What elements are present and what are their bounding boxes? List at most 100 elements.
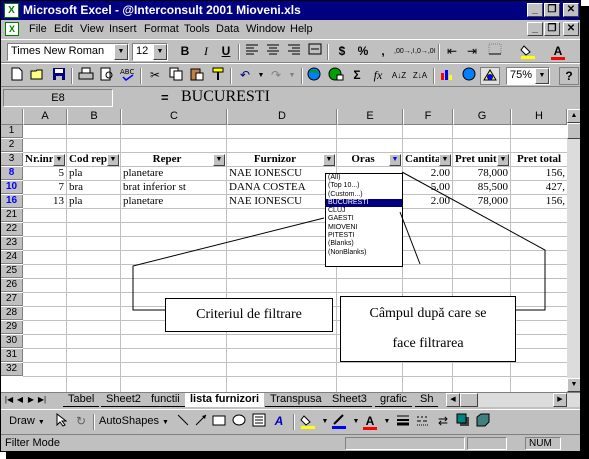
table-cell[interactable]: brat inferior st (121, 181, 226, 194)
decrease-indent-icon[interactable]: ⇤ (442, 43, 462, 61)
close-button[interactable]: ✕ (563, 3, 579, 17)
first-sheet-button[interactable]: |◀ (4, 394, 14, 406)
sheet-tab[interactable]: Tabel (63, 393, 100, 407)
zoom-select[interactable]: 75% ▼ (506, 67, 550, 85)
scroll-right-button[interactable]: ▶ (553, 393, 567, 407)
borders-icon[interactable] (485, 43, 505, 61)
underline-button[interactable]: U (216, 43, 236, 61)
italic-button[interactable]: I (196, 43, 216, 61)
name-box[interactable]: E8 (3, 89, 113, 107)
table-cell[interactable]: 13 (23, 195, 66, 208)
print-icon[interactable] (76, 67, 96, 85)
scroll-down-button[interactable]: ▼ (567, 378, 580, 392)
spelling-icon[interactable]: ABC (118, 67, 138, 85)
autofilter-dropdown-active[interactable]: ▼ (389, 154, 401, 166)
hyperlink-icon[interactable] (305, 67, 325, 85)
last-sheet-button[interactable]: ▶| (37, 394, 47, 406)
free-rotate-icon[interactable]: ↻ (71, 413, 91, 431)
filter-option[interactable]: (All) (326, 174, 402, 182)
sheet-tab[interactable]: Transpusa (265, 393, 327, 407)
sheet-tab[interactable]: Sheet3 (327, 393, 372, 407)
menu-format[interactable]: Format (144, 23, 179, 35)
help-button[interactable]: ? (559, 67, 579, 85)
align-center-icon[interactable] (263, 43, 283, 61)
filter-option-selected[interactable]: BUCURESTI (326, 198, 402, 208)
paste-function-button[interactable]: fx (368, 67, 388, 85)
filter-option[interactable]: (Blanks) (326, 240, 402, 248)
column-header-b[interactable]: B (67, 109, 121, 125)
save-icon[interactable] (49, 67, 69, 85)
3d-icon[interactable] (473, 413, 493, 431)
row-header[interactable]: 30 (1, 335, 23, 348)
table-cell[interactable]: 5 (23, 167, 66, 180)
doc-minimize-button[interactable]: _ (527, 22, 543, 36)
row-header[interactable]: 24 (1, 251, 23, 264)
table-cell[interactable]: pla (67, 167, 120, 180)
formula-equals-button[interactable]: = (161, 90, 169, 105)
table-cell[interactable]: bra (67, 181, 120, 194)
filter-option[interactable]: (NonBlanks) (326, 249, 402, 257)
table-cell[interactable]: planetare (121, 195, 226, 208)
open-folder-icon[interactable] (28, 67, 48, 85)
table-cell[interactable]: 2.00 (403, 195, 452, 208)
table-cell[interactable]: 427, (511, 181, 567, 194)
new-file-icon[interactable] (7, 67, 27, 85)
row-header[interactable]: 22 (1, 223, 23, 236)
table-cell[interactable]: 7 (23, 181, 66, 194)
sort-ascending-icon[interactable]: A↓Z (389, 67, 409, 85)
row-header[interactable]: 26 (1, 279, 23, 292)
percent-button[interactable]: % (353, 43, 373, 61)
column-header-g[interactable]: G (453, 109, 511, 125)
menu-edit[interactable]: Edit (54, 23, 73, 35)
filter-option[interactable]: CLUJ (326, 207, 402, 215)
sheet-tab[interactable]: grafic (375, 393, 412, 407)
row-header[interactable]: 23 (1, 237, 23, 250)
row-header[interactable]: 3 (1, 153, 23, 166)
filter-option[interactable]: GAESTI (326, 215, 402, 223)
scroll-left-button[interactable]: ◀ (446, 393, 460, 407)
autofilter-dropdown[interactable]: ▼ (323, 154, 335, 166)
next-sheet-button[interactable]: ▶ (26, 394, 36, 406)
align-right-icon[interactable] (284, 43, 304, 61)
workbook-icon[interactable]: X (5, 22, 19, 36)
menu-tools[interactable]: Tools (184, 23, 210, 35)
line-style-icon[interactable] (393, 413, 413, 431)
text-box-icon[interactable] (249, 413, 269, 431)
row-header[interactable]: 32 (1, 363, 23, 376)
increase-decimal-button[interactable]: ,00→,0 (394, 43, 414, 61)
menu-data[interactable]: Data (216, 23, 239, 35)
print-preview-icon[interactable] (97, 67, 117, 85)
column-header-f[interactable]: F (403, 109, 453, 125)
currency-button[interactable]: $ (332, 43, 352, 61)
dash-style-icon[interactable] (413, 413, 433, 431)
header-cell[interactable]: Nr.inre (23, 153, 53, 166)
web-toolbar-icon[interactable] (326, 67, 346, 85)
font-name-select[interactable]: Times New Roman ▼ (7, 43, 129, 61)
comma-button[interactable]: , (373, 43, 393, 61)
row-header-filtered[interactable]: 8 (1, 167, 23, 180)
draw-menu-button[interactable]: Draw ▼ (7, 413, 47, 431)
column-header-d[interactable]: D (227, 109, 337, 125)
autofilter-dropdown[interactable]: ▼ (497, 154, 509, 166)
select-objects-icon[interactable] (51, 413, 71, 431)
row-header[interactable]: 31 (1, 349, 23, 362)
paste-icon[interactable] (187, 67, 207, 85)
menu-insert[interactable]: Insert (109, 23, 137, 35)
header-cell[interactable]: Oras (337, 153, 389, 166)
row-header[interactable]: 25 (1, 265, 23, 278)
sheet-tab[interactable]: Sh (415, 393, 439, 407)
autosum-button[interactable]: Σ (347, 67, 367, 85)
header-cell[interactable]: Cantitat (403, 153, 439, 166)
table-cell[interactable]: 156, (511, 195, 567, 208)
header-cell[interactable]: Pret total (511, 153, 567, 166)
increase-indent-icon[interactable]: ⇥ (462, 43, 482, 61)
scroll-thumb[interactable] (460, 393, 478, 407)
row-header-filtered[interactable]: 10 (1, 181, 23, 194)
shadow-icon[interactable] (453, 413, 473, 431)
sort-descending-icon[interactable]: Z↓A (410, 67, 430, 85)
table-cell[interactable]: DANA COSTEA (227, 181, 336, 194)
excel-app-icon[interactable]: X (4, 3, 19, 18)
table-cell[interactable]: 2.00 (403, 167, 452, 180)
bold-button[interactable]: B (175, 43, 195, 61)
scroll-thumb[interactable] (567, 123, 580, 139)
